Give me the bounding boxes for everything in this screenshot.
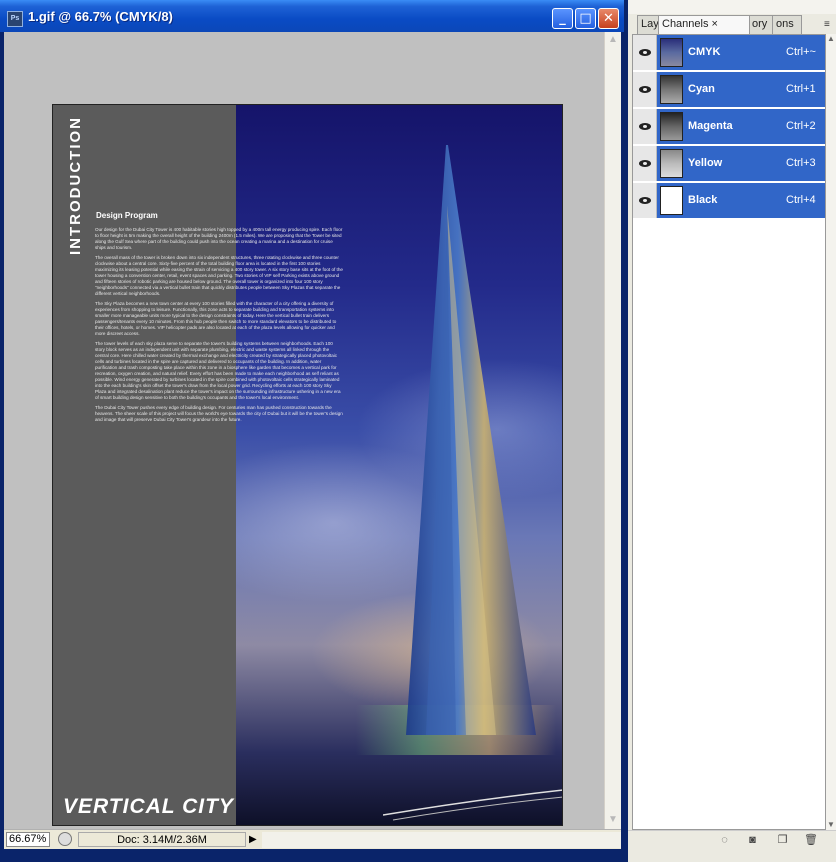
maximize-icon: □ [579,11,592,26]
delete-channel-icon[interactable]: 🗑 [804,834,818,846]
tab-label: ons [776,18,794,30]
channel-name: Cyan [688,83,715,95]
paragraph: The Sky Plaza becomes a new town center … [95,301,337,336]
channel-thumbnail [660,112,683,141]
paragraph: The tower levels of each sky plaza serve… [95,341,341,400]
document-image[interactable]: INTRODUCTION Design Program Our design f… [52,104,563,826]
panel-footer: ◌ ◙ ❐ 🗑 [628,830,836,849]
channel-name: Yellow [688,157,723,169]
visibility-toggle[interactable] [633,183,657,218]
title-banner: VERTICAL CITY [63,795,234,818]
eye-icon [639,160,651,167]
scroll-up-icon[interactable]: ▲ [605,32,621,48]
minimize-icon: _ [559,11,566,26]
swoosh-graphic [383,789,562,821]
channel-row-yellow[interactable]: Yellow Ctrl+3 [633,146,825,182]
channel-shortcut: Ctrl+4 [786,194,816,206]
tab-channels[interactable]: Channels × [658,15,750,34]
eye-icon [639,49,651,56]
channel-row-cyan[interactable]: Cyan Ctrl+1 [633,72,825,108]
visibility-toggle[interactable] [633,146,657,181]
scroll-down-icon[interactable]: ▼ [826,820,836,830]
tab-actions[interactable]: ons [772,15,802,34]
tab-label: ory [752,18,768,30]
status-menu-arrow-icon[interactable]: ▶ [249,832,259,847]
tab-label: Channels [662,18,709,30]
eye-icon [639,123,651,130]
channel-thumbnail [660,149,683,178]
doc-size-info: Doc: 3.14M/2.36M [78,832,246,847]
photoshop-app-icon: Ps [7,11,23,27]
channel-row-black[interactable]: Black Ctrl+4 [633,183,825,219]
eye-icon [639,86,651,93]
horizontal-scrollbar[interactable] [262,832,621,848]
channel-thumbnail [660,38,683,67]
paragraph: Our design for the Dubai City Tower is 4… [95,227,343,250]
document-window: Ps 1.gif @ 66.7% (CMYK/8) _ □ ✕ INTRODUC… [0,0,624,862]
scroll-down-icon[interactable]: ▼ [605,812,621,828]
close-button[interactable]: ✕ [598,8,619,29]
channel-name: Black [688,194,718,206]
tower-photo [236,105,562,825]
canvas-area[interactable]: INTRODUCTION Design Program Our design f… [4,32,604,829]
panel-scrollbar[interactable]: ▲ ▼ [826,34,836,830]
minimize-button[interactable]: _ [552,8,573,29]
channel-name: CMYK [688,46,721,58]
status-info-icon[interactable] [58,832,72,846]
load-selection-icon[interactable]: ◌ [718,834,731,846]
channel-row-cmyk[interactable]: CMYK Ctrl+~ [633,35,825,71]
visibility-toggle[interactable] [633,72,657,107]
vertical-scrollbar[interactable]: ▲ ▼ [604,32,621,829]
tower-illustration [406,145,536,735]
paragraph: The overall mass of the tower is broken … [95,255,343,296]
new-channel-icon[interactable]: ❐ [776,834,789,846]
close-icon: ✕ [603,11,614,26]
channel-thumbnail [660,75,683,104]
panel-header[interactable] [628,0,836,14]
channel-thumbnail [660,186,683,215]
maximize-button[interactable]: □ [575,8,596,29]
body-text: Our design for the Dubai City Tower is 4… [95,227,343,427]
channels-list: CMYK Ctrl+~ Cyan Ctrl+1 Magenta Ctrl+2 Y… [632,34,826,830]
save-selection-icon[interactable]: ◙ [746,834,759,846]
title-bar[interactable]: Ps 1.gif @ 66.7% (CMYK/8) _ □ ✕ [0,0,624,32]
visibility-toggle[interactable] [633,109,657,144]
status-bar: 66.67% Doc: 3.14M/2.36M ▶ [4,829,621,849]
panel-menu-icon[interactable]: ≡ [824,18,836,34]
eye-icon [639,197,651,204]
paragraph: The Dubai City Tower pushes every edge o… [95,405,343,422]
zoom-field[interactable]: 66.67% [6,832,50,847]
tab-label: Lay [641,18,659,30]
channel-shortcut: Ctrl+1 [786,83,816,95]
visibility-toggle[interactable] [633,35,657,70]
side-heading: INTRODUCTION [67,116,84,255]
channels-panel: Lay Channels× ths ory ons ≡ CMYK Ctrl+~ … [624,0,836,862]
channel-row-magenta[interactable]: Magenta Ctrl+2 [633,109,825,145]
channel-shortcut: Ctrl+2 [786,120,816,132]
scroll-up-icon[interactable]: ▲ [826,34,836,44]
channel-shortcut: Ctrl+~ [786,46,816,58]
tab-close-icon[interactable]: × [711,18,717,30]
channel-name: Magenta [688,120,733,132]
window-title: 1.gif @ 66.7% (CMYK/8) [28,9,173,24]
channel-shortcut: Ctrl+3 [786,157,816,169]
section-heading: Design Program [96,211,158,220]
